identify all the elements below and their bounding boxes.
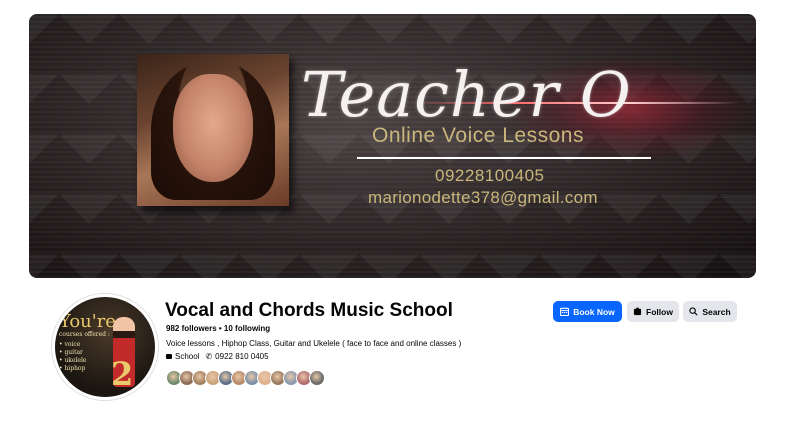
search-label: Search — [702, 306, 731, 317]
avatar-text-youre: You're — [59, 311, 116, 332]
cover-photo[interactable]: Teacher O Online Voice Lessons 092281004… — [29, 14, 756, 278]
book-now-button[interactable]: Book Now — [553, 301, 622, 322]
briefcase-icon — [166, 354, 172, 359]
follower-count[interactable]: 982 followers • 10 following — [166, 324, 270, 333]
search-icon — [689, 307, 698, 316]
phone-icon: ✆ — [205, 352, 213, 361]
portrait-face — [173, 74, 253, 182]
avatar-number: 2 — [111, 355, 134, 393]
calendar-icon — [560, 307, 570, 316]
follow-icon — [633, 307, 642, 316]
cover-title: Teacher O — [301, 58, 632, 131]
follower-avatar[interactable] — [309, 370, 325, 386]
cover-subtitle: Online Voice Lessons — [372, 124, 584, 147]
search-button[interactable]: Search — [683, 301, 737, 322]
cover-phone: 09228100405 — [435, 166, 545, 185]
profile-avatar[interactable]: You're courses offered : • voice • guita… — [52, 294, 158, 400]
follow-button[interactable]: Follow — [627, 301, 679, 322]
teacher-portrait — [137, 54, 289, 206]
follower-avatars[interactable] — [166, 370, 325, 386]
page-title[interactable]: Vocal and Chords Music School — [165, 300, 453, 322]
cover-email: marionodette378@gmail.com — [368, 188, 598, 207]
follow-label: Follow — [646, 306, 673, 317]
book-now-label: Book Now — [573, 306, 615, 317]
page-description: Voice lessons , Hiphop Class, Guitar and… — [166, 339, 462, 348]
phone-number: 0922 810 0405 — [215, 352, 269, 361]
avatar-text-items: • voice • guitar • ukelele • hiphop — [59, 341, 87, 372]
category-item: School — [166, 352, 199, 361]
cover-divider — [357, 157, 651, 159]
page-meta: School ✆ 0922 810 0405 — [166, 352, 269, 361]
avatar-text-courses: courses offered : — [59, 331, 110, 338]
phone-item: ✆ 0922 810 0405 — [205, 352, 268, 361]
category-label: School — [175, 352, 200, 361]
